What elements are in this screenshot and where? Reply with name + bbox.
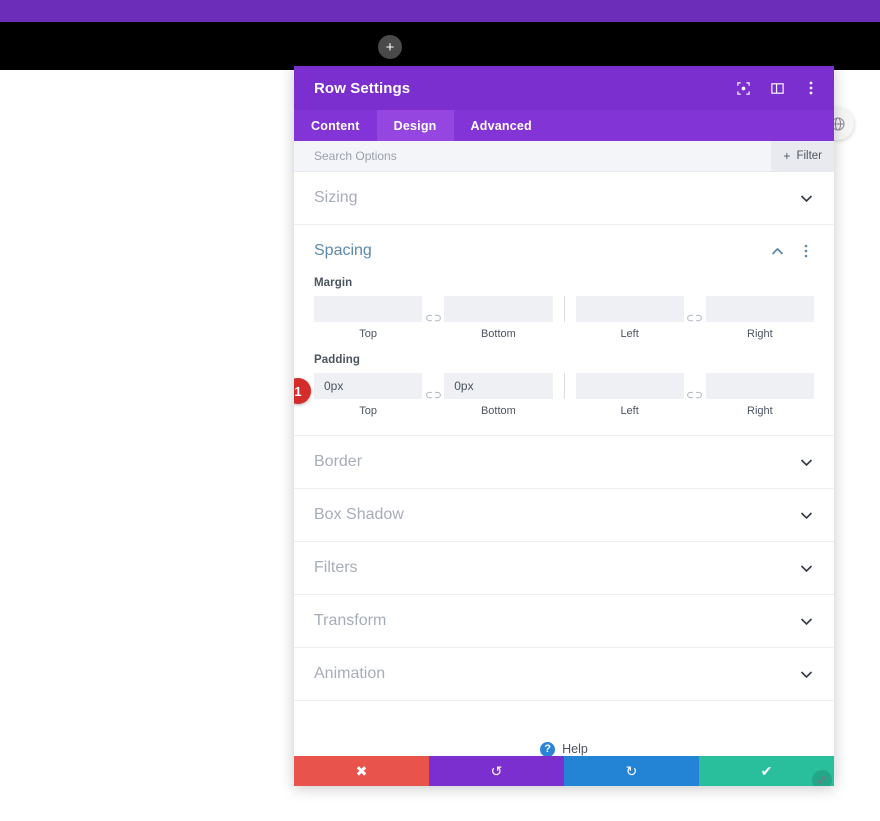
add-section-button[interactable]: + bbox=[378, 35, 402, 59]
padding-right-cell: Right bbox=[705, 373, 814, 417]
section-spacing-header[interactable]: Spacing bbox=[294, 225, 834, 277]
margin-left-label: Left bbox=[620, 328, 639, 340]
margin-horizontal-pair: Left Right bbox=[575, 296, 814, 340]
layout-panel-icon[interactable] bbox=[768, 79, 786, 97]
chevron-up-icon[interactable] bbox=[769, 243, 785, 259]
close-icon: ✖ bbox=[355, 762, 368, 779]
help-label: Help bbox=[562, 742, 588, 756]
chevron-down-icon[interactable] bbox=[798, 666, 814, 682]
section-animation[interactable]: Animation bbox=[294, 648, 834, 701]
chevron-down-icon[interactable] bbox=[798, 454, 814, 470]
more-vertical-icon[interactable] bbox=[802, 79, 820, 97]
padding-bottom-label: Bottom bbox=[480, 405, 516, 417]
margin-left-input[interactable] bbox=[575, 296, 684, 322]
tab-content[interactable]: Content bbox=[294, 110, 377, 141]
section-title: Spacing bbox=[314, 242, 372, 259]
link-toggle-icon[interactable] bbox=[684, 382, 706, 408]
search-input[interactable] bbox=[314, 149, 772, 163]
help-icon: ? bbox=[540, 741, 556, 756]
margin-top-input[interactable] bbox=[314, 296, 423, 322]
margin-right-input[interactable] bbox=[705, 296, 814, 322]
top-admin-bar bbox=[0, 0, 880, 22]
section-transform[interactable]: Transform bbox=[294, 595, 834, 648]
divider bbox=[563, 296, 565, 322]
section-title: Border bbox=[314, 453, 363, 470]
tab-design[interactable]: Design bbox=[376, 110, 454, 141]
page-dark-band bbox=[0, 22, 880, 70]
padding-left-cell: Left bbox=[575, 373, 684, 417]
chevron-down-icon[interactable] bbox=[798, 613, 814, 629]
plus-icon: + bbox=[385, 38, 395, 56]
margin-bottom-input[interactable] bbox=[444, 296, 553, 322]
margin-right-cell: Right bbox=[705, 296, 814, 340]
section-border[interactable]: Border bbox=[294, 436, 834, 489]
modal-body: Sizing Spacing Margin Top Bottom Left Ri… bbox=[294, 172, 834, 756]
padding-bottom-input[interactable] bbox=[444, 373, 553, 399]
section-sizing[interactable]: Sizing bbox=[294, 172, 834, 225]
page-title: Row Settings bbox=[314, 79, 411, 97]
chevron-down-icon[interactable] bbox=[798, 560, 814, 576]
section-title: Transform bbox=[314, 612, 387, 629]
section-spacing: Spacing Margin Top Bottom Left Right 1 P… bbox=[294, 225, 834, 436]
section-title: Filters bbox=[314, 559, 358, 576]
padding-left-input[interactable] bbox=[575, 373, 684, 399]
filter-button[interactable]: + Filter bbox=[771, 141, 834, 171]
padding-vertical-pair: Top Bottom bbox=[314, 373, 553, 417]
padding-horizontal-pair: Left Right bbox=[575, 373, 814, 417]
section-filters[interactable]: Filters bbox=[294, 542, 834, 595]
section-title: Animation bbox=[314, 665, 386, 682]
margin-left-cell: Left bbox=[575, 296, 684, 340]
padding-right-input[interactable] bbox=[705, 373, 814, 399]
section-box-shadow[interactable]: Box Shadow bbox=[294, 489, 834, 542]
help-area[interactable]: ? Help bbox=[294, 701, 834, 756]
step-marker-badge: 1 bbox=[294, 378, 311, 404]
row-settings-modal: Row Settings Content Design Advanced Sea… bbox=[294, 66, 834, 786]
margin-vertical-pair: Top Bottom bbox=[314, 296, 553, 340]
filter-label: Filter bbox=[796, 150, 822, 162]
redo-icon: ↻ bbox=[625, 762, 638, 779]
redo-button[interactable]: ↻ bbox=[564, 756, 699, 786]
check-icon: ✔ bbox=[760, 762, 773, 779]
section-title: Box Shadow bbox=[314, 506, 404, 523]
margin-right-label: Right bbox=[747, 328, 773, 340]
margin-bottom-cell: Bottom bbox=[444, 296, 553, 340]
chevron-down-icon[interactable] bbox=[798, 507, 814, 523]
undo-button[interactable]: ↺ bbox=[429, 756, 564, 786]
modal-header-actions bbox=[734, 79, 820, 97]
modal-header: Row Settings bbox=[294, 66, 834, 110]
modal-tabs: Content Design Advanced bbox=[294, 110, 834, 141]
chevron-down-icon[interactable] bbox=[798, 190, 814, 206]
margin-field-group: Margin Top Bottom Left Right bbox=[294, 277, 834, 340]
padding-top-input[interactable] bbox=[314, 373, 423, 399]
section-header-actions bbox=[769, 243, 814, 259]
padding-left-label: Left bbox=[620, 405, 639, 417]
margin-label: Margin bbox=[314, 277, 353, 289]
resize-handle[interactable] bbox=[812, 770, 832, 786]
padding-bottom-cell: Bottom bbox=[444, 373, 553, 417]
link-toggle-icon[interactable] bbox=[684, 305, 706, 331]
link-toggle-icon[interactable] bbox=[422, 305, 444, 331]
padding-inputs: Top Bottom bbox=[314, 373, 814, 417]
padding-top-label: Top bbox=[359, 405, 377, 417]
margin-top-cell: Top bbox=[314, 296, 423, 340]
link-toggle-icon[interactable] bbox=[422, 382, 444, 408]
margin-inputs: Top Bottom Left Right bbox=[314, 296, 814, 340]
cancel-button[interactable]: ✖ bbox=[294, 756, 429, 786]
margin-bottom-label: Bottom bbox=[480, 328, 516, 340]
padding-field-group: 1 Padding Top bbox=[294, 354, 834, 417]
margin-top-label: Top bbox=[359, 328, 377, 340]
focus-icon[interactable] bbox=[734, 79, 752, 97]
padding-right-label: Right bbox=[747, 405, 773, 417]
padding-label: Padding bbox=[314, 354, 361, 366]
plus-icon: + bbox=[783, 149, 791, 163]
modal-footer: ✖ ↺ ↻ ✔ bbox=[294, 756, 834, 786]
search-bar: + Filter bbox=[294, 141, 834, 172]
tab-advanced[interactable]: Advanced bbox=[454, 110, 549, 141]
more-vertical-icon[interactable] bbox=[798, 243, 814, 259]
undo-icon: ↺ bbox=[490, 762, 503, 779]
padding-top-cell: Top bbox=[314, 373, 423, 417]
divider bbox=[563, 373, 565, 399]
section-title: Sizing bbox=[314, 189, 358, 206]
